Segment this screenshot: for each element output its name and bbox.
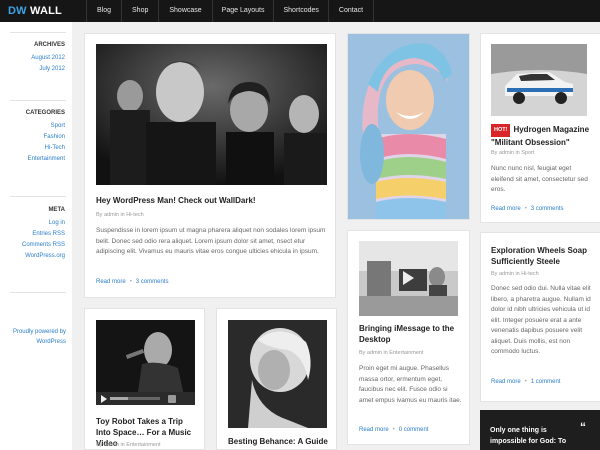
band-photo[interactable]	[96, 44, 327, 185]
archive-link-july-2012[interactable]: July 2012	[31, 64, 65, 75]
hydrogen-post-meta: By admin in Sport	[491, 150, 535, 156]
imessage-post-links: Read more • 0 comment	[359, 427, 429, 433]
sidebar: ARCHIVES August 2012 July 2012 CATEGORIE…	[0, 22, 72, 450]
top-bar: DW WALL Blog Shop Showcase Page Layouts …	[0, 0, 600, 22]
featured-post-meta: By admin in Hi-tech	[96, 212, 144, 218]
categories-widget: CATEGORIES Sport Fashion Hi-Tech Enterta…	[26, 110, 65, 165]
hydrogen-post-title[interactable]: HOT! Hydrogen Magazine "Militant Obsessio…	[491, 124, 591, 148]
logo-prefix: DW	[8, 5, 27, 17]
featured-post-links: Read more • 3 comments	[96, 279, 169, 285]
woman-in-hat-photo[interactable]	[348, 34, 469, 219]
archives-widget: ARCHIVES August 2012 July 2012	[31, 42, 65, 75]
quote-mark-icon: “	[580, 420, 586, 434]
nav-shortcodes[interactable]: Shortcodes	[274, 0, 329, 22]
logo-suffix: WALL	[30, 5, 62, 17]
nav-page-layouts[interactable]: Page Layouts	[213, 0, 275, 22]
volume-icon[interactable]	[168, 395, 176, 403]
sidebar-divider	[10, 32, 66, 33]
read-more-link[interactable]: Read more	[359, 427, 389, 433]
category-link-sport[interactable]: Sport	[26, 121, 65, 132]
nav-shop[interactable]: Shop	[122, 0, 160, 22]
meta-heading: META	[48, 207, 65, 213]
comments-link[interactable]: 0 comment	[399, 427, 429, 433]
read-more-link[interactable]: Read more	[491, 206, 521, 212]
besting-post-title[interactable]: Besting Behance: A Guide to Creative Net…	[228, 436, 328, 449]
sidebar-divider	[10, 196, 66, 197]
exploration-post-meta: By admin in Hi-tech	[491, 271, 539, 277]
category-link-entertainment[interactable]: Entertainment	[26, 154, 65, 165]
imessage-post-excerpt: Proin eget mi augue. Phasellus massa ort…	[359, 365, 462, 404]
quote-card: Only one thing is impossible for God: To…	[480, 410, 600, 450]
hydrogen-post-links: Read more • 3 comments	[491, 206, 564, 212]
exploration-post-card: Exploration Wheels Soap Sufficiently Ste…	[480, 232, 600, 402]
main-nav: Blog Shop Showcase Page Layouts Shortcod…	[86, 0, 375, 22]
quote-text: Only one thing is impossible for God: To	[490, 427, 567, 445]
category-link-hi-tech[interactable]: Hi-Tech	[26, 143, 65, 154]
blonde-woman-photo[interactable]	[228, 320, 327, 428]
hot-badge: HOT!	[491, 124, 511, 137]
site-logo[interactable]: DW WALL	[8, 5, 62, 17]
read-more-link[interactable]: Read more	[491, 379, 521, 385]
nav-showcase[interactable]: Showcase	[159, 0, 213, 22]
nav-contact[interactable]: Contact	[329, 0, 375, 22]
meta-link-comments-rss[interactable]: Comments RSS	[22, 240, 65, 251]
powered-by-link[interactable]: Proudly powered by WordPress	[6, 327, 66, 347]
singer-video-thumbnail[interactable]	[96, 320, 195, 405]
imessage-post-title[interactable]: Bringing iMessage to the Desktop	[359, 323, 459, 345]
category-link-fashion[interactable]: Fashion	[26, 132, 65, 143]
sidebar-divider	[10, 100, 66, 101]
featured-post-card: Hey WordPress Man! Check out WallDark! B…	[84, 33, 336, 298]
comments-link[interactable]: 3 comments	[531, 206, 564, 212]
read-more-link[interactable]: Read more	[96, 279, 126, 285]
meta-link-entries-rss[interactable]: Entries RSS	[22, 229, 65, 240]
exploration-post-excerpt: Donec sed odio dui. Nulla vitae elit lib…	[491, 285, 591, 355]
hydrogen-post-excerpt: Nunc nunc nisl, feugiat eget eleifend si…	[491, 165, 588, 193]
exploration-post-links: Read more • 1 comment	[491, 379, 561, 385]
play-icon[interactable]	[101, 395, 107, 403]
rally-car-photo[interactable]	[491, 44, 587, 116]
archive-link-august-2012[interactable]: August 2012	[31, 53, 65, 64]
besting-post-card: Besting Behance: A Guide to Creative Net…	[216, 308, 337, 450]
toy-robot-post-card: Toy Robot Takes a Trip Into Space… For a…	[84, 308, 205, 450]
woman-photo-card	[347, 33, 470, 220]
featured-post-title[interactable]: Hey WordPress Man! Check out WallDark!	[96, 195, 326, 206]
meta-link-wordpress-org[interactable]: WordPress.org	[22, 251, 65, 262]
hydrogen-post-card: HOT! Hydrogen Magazine "Militant Obsessio…	[480, 33, 600, 223]
exploration-post-title[interactable]: Exploration Wheels Soap Sufficiently Ste…	[491, 245, 593, 267]
toy-robot-post-meta: By admin in Entertainment	[96, 442, 161, 448]
imessage-post-meta: By admin in Entertainment	[359, 350, 424, 356]
sidebar-divider	[10, 292, 66, 293]
archives-heading: ARCHIVES	[33, 42, 65, 48]
comments-link[interactable]: 3 comments	[136, 279, 169, 285]
comments-link[interactable]: 1 comment	[531, 379, 561, 385]
office-video-thumbnail[interactable]	[359, 241, 458, 316]
categories-heading: CATEGORIES	[25, 110, 65, 116]
nav-blog[interactable]: Blog	[87, 0, 123, 22]
featured-post-excerpt: Suspendisse in lorem ipsum ut magna phar…	[96, 227, 326, 255]
meta-link-log-in[interactable]: Log in	[22, 218, 65, 229]
meta-widget: META Log in Entries RSS Comments RSS Wor…	[22, 207, 65, 262]
play-icon[interactable]	[403, 271, 414, 285]
imessage-post-card: Bringing iMessage to the Desktop By admi…	[347, 230, 470, 445]
